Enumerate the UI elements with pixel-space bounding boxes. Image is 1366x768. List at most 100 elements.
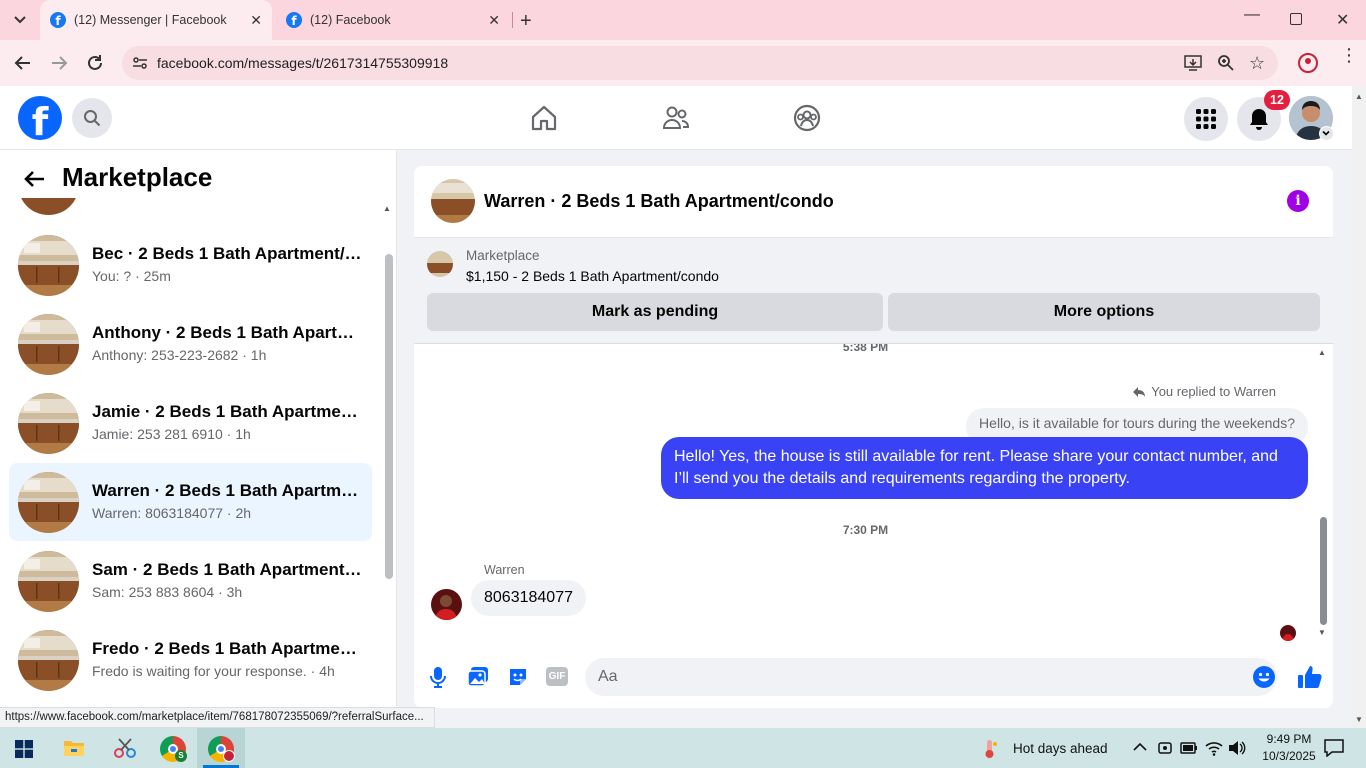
clock[interactable]: 9:49 PM 10/3/2025 bbox=[1259, 731, 1319, 765]
reload-icon[interactable] bbox=[84, 52, 106, 74]
site-settings-icon[interactable] bbox=[132, 55, 148, 71]
message-input-placeholder: Aa bbox=[598, 668, 618, 685]
facebook-favicon-icon: f bbox=[286, 12, 302, 28]
thread-title: Anthony · 2 Beds 1 Bath Apartm... bbox=[92, 323, 362, 342]
thread-item[interactable]: Jamie · 2 Beds 1 Bath Apartment... Jamie:… bbox=[9, 384, 372, 462]
url-text[interactable]: facebook.com/messages/t/2617314755309918 bbox=[157, 55, 448, 71]
sender-avatar[interactable] bbox=[431, 589, 462, 620]
snipping-tool-icon[interactable] bbox=[113, 737, 137, 759]
reply-icon bbox=[1133, 386, 1146, 397]
thread-preview: Sam: 253 883 8604 · 3h bbox=[92, 584, 243, 600]
scroll-up-icon[interactable]: ▲ bbox=[383, 204, 391, 213]
avatar bbox=[18, 235, 79, 296]
listing-thumb bbox=[427, 251, 453, 277]
thread-preview: Fredo is waiting for your response. · 4h bbox=[92, 663, 335, 679]
like-icon[interactable] bbox=[1297, 664, 1323, 690]
gif-icon[interactable]: GIF bbox=[546, 667, 568, 686]
listing-avatar[interactable] bbox=[431, 179, 475, 223]
reply-label: You replied to Warren bbox=[1151, 384, 1276, 399]
home-icon[interactable] bbox=[530, 104, 558, 132]
emoji-icon[interactable] bbox=[1253, 666, 1275, 688]
thread-item[interactable]: Anthony · 2 Beds 1 Bath Apartm... Anthony… bbox=[9, 305, 372, 383]
groups-icon[interactable] bbox=[793, 104, 821, 132]
chrome-taskbar-active[interactable] bbox=[197, 728, 245, 768]
tab-facebook[interactable]: f (12) Facebook ✕ bbox=[276, 0, 510, 40]
zoom-icon[interactable] bbox=[1217, 54, 1235, 72]
volume-icon[interactable] bbox=[1228, 740, 1246, 756]
windows-taskbar: S Hot days ahead 9:49 PM 10/3/2025 bbox=[0, 728, 1366, 768]
restore-icon[interactable] bbox=[1290, 13, 1302, 25]
message-list: 5:38 PM You replied to Warren Hello, is … bbox=[414, 344, 1333, 644]
thread-title: Warren · 2 Beds 1 Bath Apartme... bbox=[92, 481, 362, 500]
sidebar-scrollbar-thumb[interactable] bbox=[385, 254, 393, 579]
friends-icon[interactable] bbox=[661, 104, 691, 132]
chevron-up-icon[interactable] bbox=[1132, 740, 1148, 754]
sidebar-title: Marketplace bbox=[62, 162, 213, 192]
chrome-profile-icon[interactable]: S bbox=[160, 736, 187, 762]
forward-icon[interactable] bbox=[48, 52, 70, 74]
back-icon[interactable] bbox=[12, 52, 34, 74]
clock-time: 9:49 PM bbox=[1266, 732, 1312, 746]
reply-indicator: You replied to Warren bbox=[1132, 384, 1276, 399]
browser-menu-icon[interactable]: ⋮ bbox=[1340, 46, 1358, 64]
clock-date: 10/3/2025 bbox=[1262, 749, 1316, 763]
tab-label: (12) Messenger | Facebook bbox=[74, 13, 227, 27]
sticker-icon[interactable] bbox=[507, 666, 529, 688]
search-icon[interactable] bbox=[72, 98, 112, 138]
thread-item[interactable]: Warren · 2 Beds 1 Bath Apartme... Warren:… bbox=[9, 463, 372, 541]
timestamp: 5:38 PM bbox=[842, 344, 889, 354]
thread-preview: You: ? · 25m bbox=[92, 268, 171, 284]
battery-icon[interactable] bbox=[1180, 741, 1198, 755]
browser-toolbar: facebook.com/messages/t/2617314755309918… bbox=[0, 40, 1366, 86]
microphone-icon[interactable] bbox=[428, 666, 448, 688]
chat-scroll-down-icon[interactable]: ▼ bbox=[1318, 628, 1326, 637]
meet-now-icon[interactable] bbox=[1158, 740, 1172, 756]
back-arrow-icon[interactable] bbox=[22, 166, 48, 192]
close-icon[interactable]: ✕ bbox=[488, 12, 500, 29]
tab-divider bbox=[512, 12, 513, 28]
weather-text[interactable]: Hot days ahead bbox=[1013, 741, 1108, 756]
windows-start-icon[interactable] bbox=[15, 740, 33, 758]
notification-center-icon[interactable] bbox=[1324, 739, 1344, 757]
info-icon[interactable]: i bbox=[1287, 190, 1309, 212]
address-bar[interactable]: facebook.com/messages/t/2617314755309918… bbox=[122, 46, 1278, 80]
more-options-button[interactable]: More options bbox=[888, 293, 1320, 331]
wifi-icon[interactable] bbox=[1205, 740, 1223, 756]
thread-item[interactable]: Sam · 2 Beds 1 Bath Apartment/... Sam: 25… bbox=[9, 542, 372, 620]
window-close-icon[interactable]: ✕ bbox=[1336, 10, 1349, 30]
read-receipt-avatar bbox=[1280, 625, 1296, 641]
thread-item[interactable]: Fredo · 2 Beds 1 Bath Apartment... Fredo … bbox=[9, 621, 372, 699]
facebook-header: f 12 bbox=[0, 86, 1352, 150]
bookmark-star-icon[interactable]: ☆ bbox=[1249, 53, 1265, 74]
chat-scrollbar-thumb[interactable] bbox=[1320, 517, 1327, 625]
file-explorer-icon[interactable] bbox=[63, 738, 85, 758]
minimize-icon[interactable]: — bbox=[1244, 6, 1260, 24]
avatar bbox=[18, 393, 79, 454]
browser-tab-bar: f (12) Messenger | Facebook ✕ f (12) Fac… bbox=[0, 0, 1366, 40]
chat-title[interactable]: Warren · 2 Beds 1 Bath Apartment/condo bbox=[484, 191, 834, 212]
facebook-favicon-icon: f bbox=[50, 12, 66, 28]
sender-name: Warren bbox=[484, 563, 525, 577]
profile-icon[interactable] bbox=[1298, 53, 1318, 73]
close-icon[interactable]: ✕ bbox=[250, 12, 262, 29]
account-chevron-icon[interactable] bbox=[1319, 126, 1334, 141]
tab-search-chevron-icon[interactable] bbox=[10, 12, 30, 28]
menu-grid-icon[interactable] bbox=[1184, 97, 1228, 141]
new-tab-icon[interactable]: + bbox=[520, 10, 532, 33]
mark-as-pending-button[interactable]: Mark as pending bbox=[427, 293, 883, 331]
received-message[interactable]: 8063184077 bbox=[471, 580, 586, 616]
thread-item[interactable]: Bec · 2 Beds 1 Bath Apartment/c... You: ?… bbox=[9, 226, 372, 304]
page-scrollbar[interactable]: ▲ ▼ bbox=[1352, 86, 1366, 728]
thread-preview: Warren: 8063184077 · 2h bbox=[92, 505, 252, 521]
install-app-icon[interactable] bbox=[1184, 54, 1202, 72]
photo-icon[interactable] bbox=[467, 666, 489, 688]
avatar bbox=[18, 551, 79, 612]
sent-message[interactable]: Hello! Yes, the house is still available… bbox=[661, 437, 1308, 499]
message-input[interactable]: Aa bbox=[585, 658, 1277, 696]
chat-panel: Warren · 2 Beds 1 Bath Apartment/condo i… bbox=[414, 166, 1333, 708]
weather-thermometer-icon[interactable] bbox=[982, 739, 998, 759]
chat-scroll-up-icon[interactable]: ▲ bbox=[1318, 348, 1326, 357]
tab-messenger[interactable]: f (12) Messenger | Facebook ✕ bbox=[40, 0, 272, 40]
facebook-logo-icon[interactable]: f bbox=[18, 96, 62, 140]
listing-detail[interactable]: $1,150 - 2 Beds 1 Bath Apartment/condo bbox=[466, 268, 719, 284]
